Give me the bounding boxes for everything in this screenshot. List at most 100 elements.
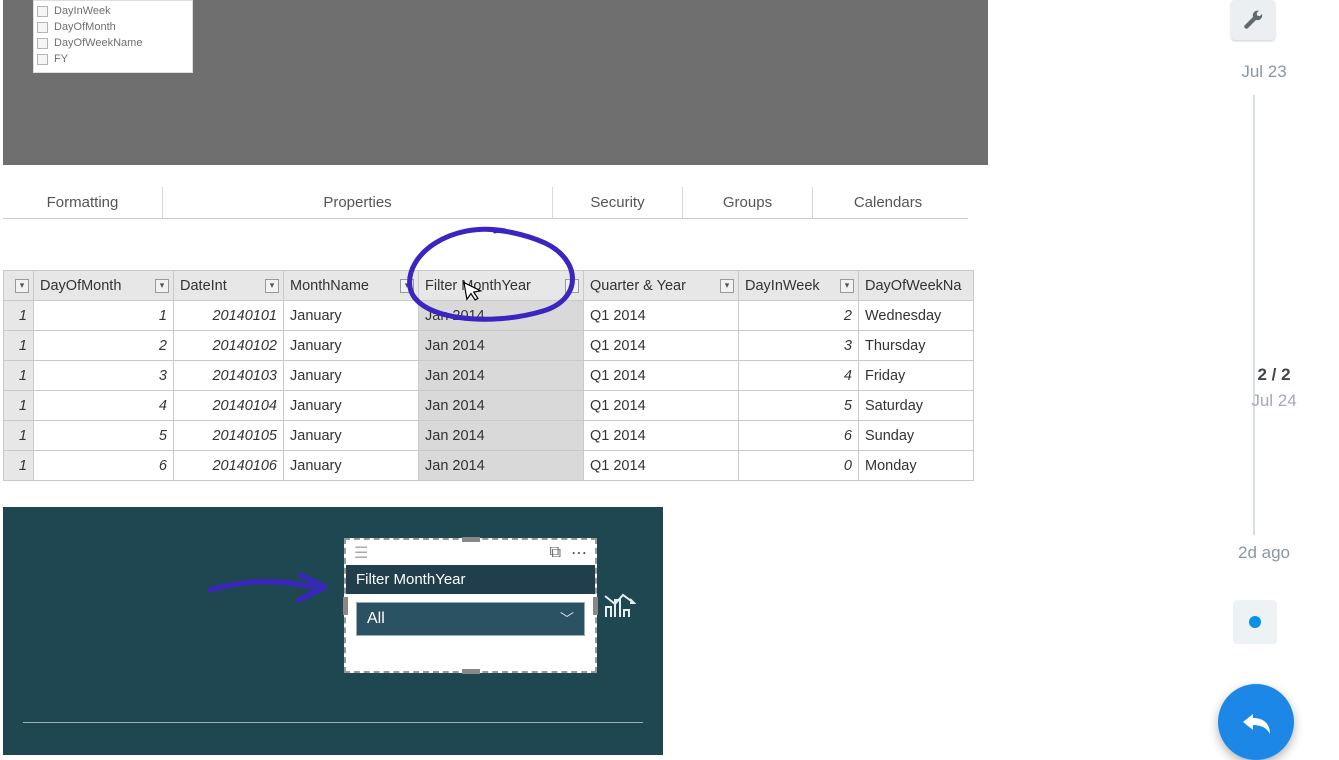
cell-dayofmonth[interactable]: 3 [34,361,174,391]
cell-monthname[interactable]: January [284,451,419,481]
cell-dayinweek[interactable]: 3 [739,331,859,361]
filter-dropdown-icon[interactable]: ▾ [15,279,29,293]
cell-dayofweekname[interactable]: Saturday [859,391,974,421]
col-dateint[interactable]: DateInt▾ [174,271,284,301]
chart-icon[interactable] [603,590,637,625]
filter-dropdown-icon[interactable]: ▾ [155,279,169,293]
col-dayofweekname[interactable]: DayOfWeekNa [859,271,974,301]
row-index[interactable]: 1 [4,361,34,391]
cell-quarteryear[interactable]: Q1 2014 [584,361,739,391]
cell-dayofweekname[interactable]: Monday [859,451,974,481]
checkbox-icon[interactable] [37,38,48,49]
timeline-start-date[interactable]: Jul 23 [1219,62,1309,82]
cell-dateint[interactable]: 20140101 [174,301,284,331]
col-monthname[interactable]: MonthName▾ [284,271,419,301]
cell-monthname[interactable]: January [284,301,419,331]
table-row[interactable]: 1120140101JanuaryJan 2014Q1 20142Wednesd… [4,301,974,331]
filter-dropdown-icon[interactable]: ▾ [565,279,579,293]
cell-filtermonthyear[interactable]: Jan 2014 [419,391,584,421]
cell-dayofmonth[interactable]: 1 [34,301,174,331]
resize-handle[interactable] [343,597,348,615]
slicer-title: Filter MonthYear [346,565,595,594]
cell-dayofweekname[interactable]: Sunday [859,421,974,451]
slicer-dropdown[interactable]: All ﹀ [356,602,585,636]
cell-quarteryear[interactable]: Q1 2014 [584,391,739,421]
field-item[interactable]: DayOfMonth [37,19,189,35]
cell-dayofmonth[interactable]: 6 [34,451,174,481]
ribbon-group-formatting[interactable]: Formatting [3,187,163,218]
timeline-track[interactable] [1253,95,1255,535]
cell-filtermonthyear[interactable]: Jan 2014 [419,421,584,451]
row-index[interactable]: 1 [4,421,34,451]
cell-dayinweek[interactable]: 5 [739,391,859,421]
cell-quarteryear[interactable]: Q1 2014 [584,301,739,331]
ribbon-group-groups[interactable]: Groups [683,187,813,218]
ribbon-group-properties[interactable]: Properties [163,187,553,218]
cell-dayinweek[interactable]: 6 [739,421,859,451]
cell-dayofmonth[interactable]: 2 [34,331,174,361]
col-dayofmonth[interactable]: DayOfMonth▾ [34,271,174,301]
field-item[interactable]: DayInWeek [37,3,189,19]
cell-filtermonthyear[interactable]: Jan 2014 [419,451,584,481]
field-item[interactable]: FY [37,51,189,67]
cell-dayofweekname[interactable]: Thursday [859,331,974,361]
rowhead-cell[interactable]: ▾ [4,271,34,301]
unread-indicator-button[interactable] [1233,600,1277,644]
col-filtermonthyear[interactable]: Filter MonthYear▾ [419,271,584,301]
filter-dropdown-icon[interactable]: ▾ [840,279,854,293]
reply-button[interactable] [1218,684,1294,760]
row-index[interactable]: 1 [4,301,34,331]
checkbox-icon[interactable] [37,54,48,65]
cell-dayofmonth[interactable]: 4 [34,391,174,421]
cell-dayinweek[interactable]: 0 [739,451,859,481]
cell-filtermonthyear[interactable]: Jan 2014 [419,331,584,361]
cell-monthname[interactable]: January [284,361,419,391]
row-index[interactable]: 1 [4,331,34,361]
row-index[interactable]: 1 [4,391,34,421]
cell-dateint[interactable]: 20140105 [174,421,284,451]
cell-dateint[interactable]: 20140102 [174,331,284,361]
table-row[interactable]: 1420140104JanuaryJan 2014Q1 20145Saturda… [4,391,974,421]
cell-dateint[interactable]: 20140104 [174,391,284,421]
checkbox-icon[interactable] [37,6,48,17]
wrench-button[interactable] [1231,0,1275,40]
table-row[interactable]: 1520140105JanuaryJan 2014Q1 20146Sunday [4,421,974,451]
cell-dayofmonth[interactable]: 5 [34,421,174,451]
cell-quarteryear[interactable]: Q1 2014 [584,331,739,361]
cell-quarteryear[interactable]: Q1 2014 [584,421,739,451]
more-options-icon[interactable]: ⋯ [571,543,587,563]
cell-dateint[interactable]: 20140106 [174,451,284,481]
cell-dayofweekname[interactable]: Friday [859,361,974,391]
cell-monthname[interactable]: January [284,391,419,421]
cell-dayinweek[interactable]: 2 [739,301,859,331]
field-list-panel: DayInWeek DayOfMonth DayOfWeekName FY [33,0,193,73]
filter-dropdown-icon[interactable]: ▾ [265,279,279,293]
cell-filtermonthyear[interactable]: Jan 2014 [419,301,584,331]
col-dayinweek[interactable]: DayInWeek▾ [739,271,859,301]
cell-dayofweekname[interactable]: Wednesday [859,301,974,331]
checkbox-icon[interactable] [37,22,48,33]
ribbon-group-security[interactable]: Security [553,187,683,218]
col-quarteryear[interactable]: Quarter & Year▾ [584,271,739,301]
resize-handle[interactable] [593,597,598,615]
ribbon-group-calendars[interactable]: Calendars [813,187,963,218]
cell-quarteryear[interactable]: Q1 2014 [584,451,739,481]
table-row[interactable]: 1320140103JanuaryJan 2014Q1 20144Friday [4,361,974,391]
cell-dayinweek[interactable]: 4 [739,361,859,391]
grip-icon[interactable]: ☰ [354,543,368,563]
slicer-visual[interactable]: ☰ ⧉ ⋯ Filter MonthYear All ﹀ [344,538,597,673]
cell-monthname[interactable]: January [284,421,419,451]
resize-handle[interactable] [462,669,480,674]
row-index[interactable]: 1 [4,451,34,481]
table-row[interactable]: 1220140102JanuaryJan 2014Q1 20143Thursda… [4,331,974,361]
cell-filtermonthyear[interactable]: Jan 2014 [419,361,584,391]
cell-monthname[interactable]: January [284,331,419,361]
table-row[interactable]: 1620140106JanuaryJan 2014Q1 20140Monday [4,451,974,481]
cell-dateint[interactable]: 20140103 [174,361,284,391]
field-item[interactable]: DayOfWeekName [37,35,189,51]
filter-dropdown-icon[interactable]: ▾ [400,279,414,293]
filter-dropdown-icon[interactable]: ▾ [720,279,734,293]
focus-mode-icon[interactable]: ⧉ [550,544,561,562]
resize-handle[interactable] [462,537,480,542]
timeline-end-date[interactable]: 2d ago [1219,543,1309,563]
